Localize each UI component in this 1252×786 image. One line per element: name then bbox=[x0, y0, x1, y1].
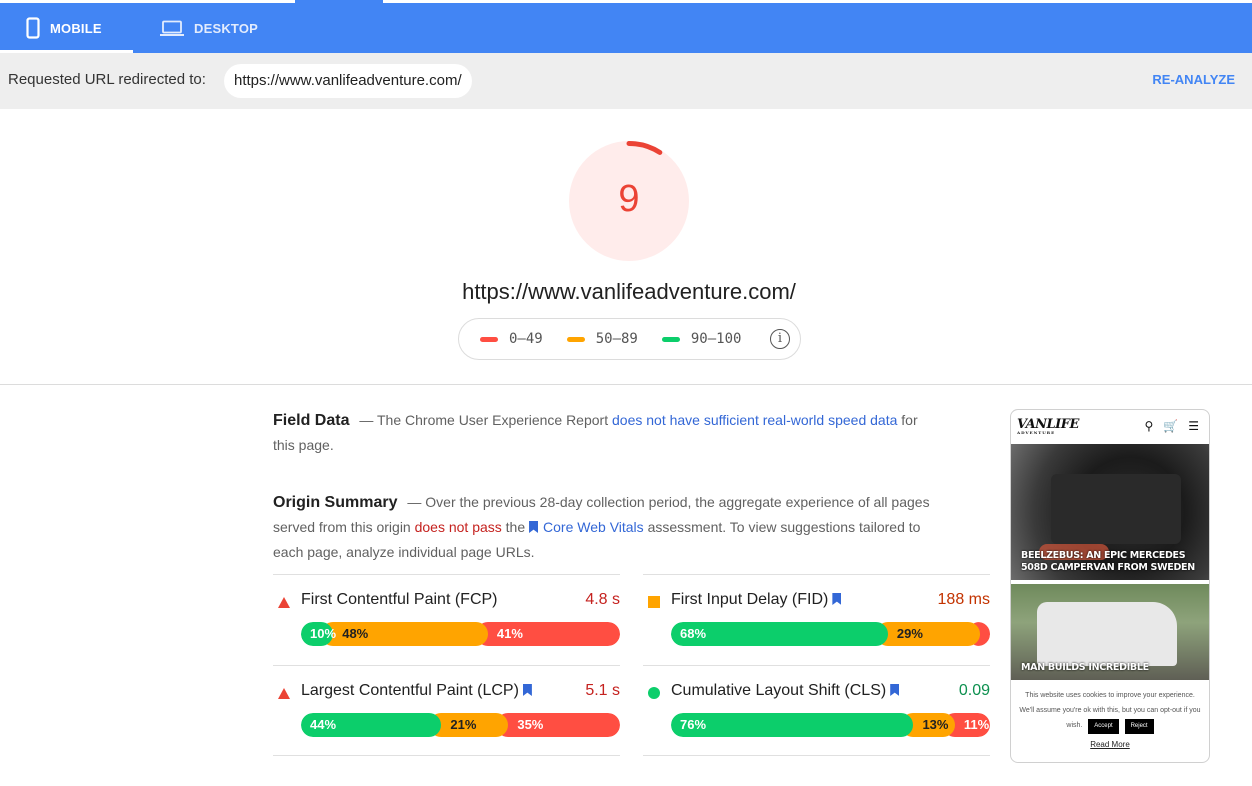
phone-icon bbox=[26, 17, 40, 39]
bookmark-icon bbox=[522, 684, 532, 696]
preview-cookie-banner: This website uses cookies to improve you… bbox=[1011, 684, 1209, 738]
tab-mobile-label: MOBILE bbox=[50, 20, 102, 36]
legend-range-pass: 90–100 bbox=[690, 331, 742, 347]
preview-header: VANLIFE ADVENTURE ⚲ 🛒 ☰ bbox=[1011, 410, 1209, 444]
metric-name-wrap: Cumulative Layout Shift (CLS) bbox=[671, 682, 900, 700]
score-legend: 0–49 50–89 90–100 i bbox=[458, 318, 801, 360]
redirect-label: Requested URL redirected to: bbox=[8, 71, 206, 88]
metric-value: 4.8 s bbox=[585, 591, 620, 608]
bookmark-icon bbox=[890, 684, 900, 696]
origin-summary-dash: — bbox=[407, 494, 422, 510]
redirect-bar: Requested URL redirected to: https://www… bbox=[0, 53, 1252, 109]
metric-cls: Cumulative Layout Shift (CLS) 0.09 76% 13% 1… bbox=[643, 665, 990, 756]
section-divider bbox=[0, 384, 1252, 385]
fail-triangle-icon bbox=[278, 596, 290, 608]
metric-name-wrap: Largest Contentful Paint (LCP) bbox=[301, 682, 532, 700]
legend-item-pass: 90–100 bbox=[661, 331, 742, 347]
distribution-good: 76% bbox=[671, 713, 914, 737]
metric-value: 188 ms bbox=[937, 591, 990, 608]
distribution-bar: 10% 48% 41% bbox=[301, 622, 620, 646]
field-data-title: Field Data bbox=[273, 412, 350, 429]
preview-accept-button: Accept bbox=[1088, 719, 1119, 734]
distribution-good: 68% bbox=[671, 622, 888, 646]
legend-range-average: 50–89 bbox=[595, 331, 638, 347]
metric-name: Cumulative Layout Shift (CLS) bbox=[671, 682, 887, 699]
metric-name-wrap: First Contentful Paint (FCP) bbox=[301, 591, 498, 609]
page-url: https://www.vanlifeadventure.com/ bbox=[462, 279, 796, 304]
distribution-bar: 44% 21% 35% bbox=[301, 713, 620, 737]
performance-score: 9 bbox=[618, 178, 640, 220]
origin-summary-section: Origin Summary — Over the previous 28-da… bbox=[273, 490, 943, 565]
preview-hero-van bbox=[1051, 474, 1181, 544]
legend-item-average: 50–89 bbox=[566, 331, 638, 347]
preview-second-image: MAN BUILDS INCREDIBLE bbox=[1011, 584, 1209, 680]
field-data-link[interactable]: does not have sufficient real-world spee… bbox=[612, 412, 897, 428]
preview-second-caption: MAN BUILDS INCREDIBLE bbox=[1021, 662, 1149, 673]
field-data-text: The Chrome User Experience Report bbox=[377, 412, 609, 428]
preview-header-icons: ⚲ 🛒 ☰ bbox=[1144, 419, 1199, 433]
metric-value: 0.09 bbox=[958, 682, 990, 699]
bookmark-icon bbox=[832, 593, 842, 605]
metric-fcp: First Contentful Paint (FCP) 4.8 s 10% 48% 4… bbox=[273, 574, 620, 665]
metric-lcp: Largest Contentful Paint (LCP) 5.1 s 44% 21… bbox=[273, 665, 620, 756]
distribution-poor: 41% bbox=[475, 622, 620, 646]
average-square-icon bbox=[648, 596, 660, 608]
core-web-vitals-label: Core Web Vitals bbox=[543, 519, 644, 535]
core-web-vitals-link[interactable]: Core Web Vitals bbox=[529, 519, 644, 535]
origin-summary-the: the bbox=[505, 519, 526, 535]
legend-swatch-average bbox=[566, 336, 585, 342]
distribution-bar: 68%29%3% bbox=[671, 622, 990, 646]
preview-read-more: Read More bbox=[1090, 740, 1130, 749]
distribution-good: 10% bbox=[301, 622, 336, 646]
metric-value: 5.1 s bbox=[585, 682, 620, 699]
laptop-icon bbox=[160, 20, 184, 36]
preview-logo: VANLIFE ADVENTURE bbox=[1017, 417, 1079, 435]
distribution-good: 44% bbox=[301, 713, 442, 737]
tab-mobile[interactable]: MOBILE bbox=[26, 3, 133, 53]
metrics-bottom-border bbox=[273, 755, 990, 756]
preview-hero-caption: BEELZEBUS: AN EPIC MERCEDES 508D CAMPERV… bbox=[1021, 550, 1195, 573]
preview-hero-image: BEELZEBUS: AN EPIC MERCEDES 508D CAMPERV… bbox=[1011, 444, 1209, 580]
legend-swatch-pass bbox=[661, 336, 680, 342]
distribution-needs-improvement: 21% bbox=[429, 713, 509, 737]
legend-range-fail: 0–49 bbox=[509, 331, 543, 347]
search-icon: ⚲ bbox=[1144, 419, 1154, 433]
origin-summary-title: Origin Summary bbox=[273, 494, 398, 511]
distribution-poor: 35% bbox=[496, 713, 620, 737]
preview-reject-button: Reject bbox=[1124, 719, 1154, 734]
origin-summary-fail: does not pass bbox=[414, 519, 502, 535]
page-screenshot-preview: VANLIFE ADVENTURE ⚲ 🛒 ☰ BEELZEBUS: AN EPI… bbox=[1010, 409, 1210, 763]
metric-name: Largest Contentful Paint (LCP) bbox=[301, 682, 519, 699]
fail-triangle-icon bbox=[278, 687, 290, 699]
legend-swatch-fail bbox=[480, 336, 498, 342]
menu-icon: ☰ bbox=[1188, 419, 1199, 433]
tab-desktop[interactable]: DESKTOP bbox=[160, 3, 258, 53]
bookmark-icon bbox=[529, 521, 539, 533]
metric-name-wrap: First Input Delay (FID) bbox=[671, 591, 842, 609]
legend-item-fail: 0–49 bbox=[480, 331, 543, 347]
field-data-section: Field Data — The Chrome User Experience … bbox=[273, 408, 943, 458]
tab-desktop-label: DESKTOP bbox=[194, 20, 259, 36]
distribution-needs-improvement: 48% bbox=[321, 622, 488, 646]
reanalyze-button[interactable]: RE-ANALYZE bbox=[1152, 72, 1235, 87]
distribution-bar: 76% 13% 11% bbox=[671, 713, 990, 737]
metric-name: First Input Delay (FID) bbox=[671, 591, 829, 608]
preview-second-van bbox=[1037, 602, 1177, 666]
redirect-url: https://www.vanlifeadventure.com/ bbox=[224, 64, 472, 98]
cart-icon: 🛒 bbox=[1163, 419, 1179, 433]
field-data-dash: — bbox=[359, 412, 374, 428]
pass-circle-icon bbox=[648, 687, 660, 699]
distribution-needs-improvement: 29% bbox=[875, 622, 981, 646]
metric-name: First Contentful Paint (FCP) bbox=[301, 591, 498, 608]
metric-fid: First Input Delay (FID) 188 ms 68%29%3% bbox=[643, 574, 990, 665]
device-tabs: MOBILE DESKTOP bbox=[0, 3, 1252, 53]
info-icon[interactable]: i bbox=[770, 329, 790, 349]
